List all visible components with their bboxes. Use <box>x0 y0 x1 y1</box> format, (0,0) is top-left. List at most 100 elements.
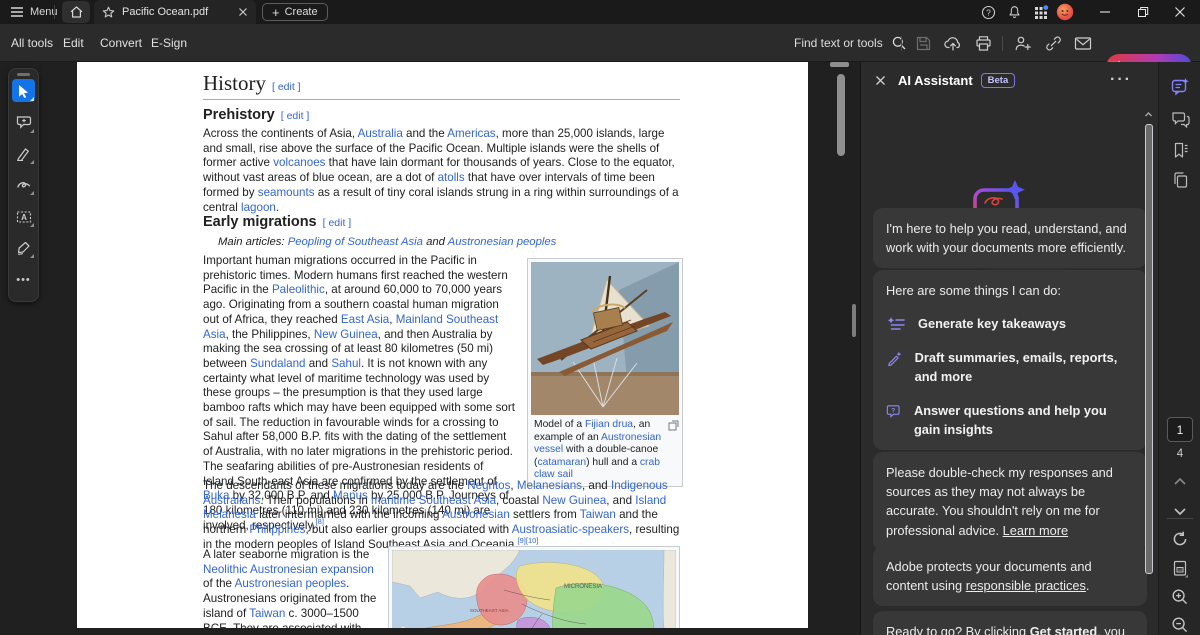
account-avatar[interactable] <box>1055 2 1075 22</box>
inline-link[interactable]: responsible practices <box>966 578 1086 593</box>
wiki-link[interactable]: Sahul <box>331 357 361 370</box>
more-tools-button[interactable]: ••• <box>12 268 35 291</box>
pdf-page: History[ edit ] Prehistory[ edit ] Acros… <box>77 62 808 628</box>
wiki-link[interactable]: maritime Southeast Asia <box>371 494 496 507</box>
document-scrollbar[interactable] <box>837 74 845 156</box>
add-text-tool[interactable]: A <box>12 205 35 228</box>
wiki-link[interactable]: lagoon <box>241 201 276 214</box>
wiki-link[interactable]: East Asia <box>341 313 389 326</box>
ai-assistant-rail-button[interactable] <box>1169 76 1191 98</box>
wiki-link[interactable]: catamaran <box>537 457 586 468</box>
divider <box>1002 36 1003 51</box>
panel-splitter-handle[interactable] <box>852 304 856 337</box>
wiki-link[interactable]: Sundaland <box>250 357 305 370</box>
wiki-link[interactable]: Peopling of Southeast Asia <box>288 236 423 248</box>
share-link-button[interactable] <box>1042 32 1064 54</box>
menu-button[interactable]: Menu <box>10 3 58 21</box>
ai-message-intro: I'm here to help you read, understand, a… <box>873 208 1147 268</box>
svg-text:?: ? <box>891 407 895 414</box>
question-bubble-icon: ? <box>886 401 902 421</box>
tab-all-tools[interactable]: All tools <box>11 24 53 62</box>
page-thumbnails-rail-button[interactable] <box>1169 169 1191 191</box>
zoom-in-button[interactable] <box>1169 586 1191 608</box>
wiki-link[interactable]: volcanoes <box>273 156 325 169</box>
wiki-link[interactable]: Austronesian peoples <box>235 577 347 590</box>
previous-page-button[interactable] <box>1169 470 1191 492</box>
divider <box>54 5 55 19</box>
palette-drag-handle[interactable] <box>17 73 30 76</box>
close-window-button[interactable] <box>1170 2 1190 22</box>
close-tab-icon[interactable] <box>238 7 248 17</box>
tab-title: Pacific Ocean.pdf <box>122 6 231 18</box>
find-text-button[interactable]: Find text or tools <box>794 24 907 62</box>
close-panel-button[interactable] <box>875 75 886 86</box>
star-icon[interactable] <box>102 6 115 19</box>
wiki-link[interactable]: Melanesians <box>517 479 582 492</box>
inline-link[interactable]: Learn more <box>1003 523 1068 538</box>
edit-link[interactable]: [ edit ] <box>323 217 352 229</box>
cloud-upload-button[interactable] <box>942 32 964 54</box>
enlarge-icon[interactable] <box>668 420 679 431</box>
highlight-tool[interactable] <box>12 142 35 165</box>
svg-text:A: A <box>21 213 27 222</box>
save-button[interactable] <box>912 32 934 54</box>
minimize-button[interactable] <box>1095 2 1115 22</box>
acrobat-window: Menu Pacific Ocean.pdf + Create ? <box>0 0 1200 635</box>
history-heading: History[ edit ] <box>203 71 301 96</box>
create-button[interactable]: + Create <box>262 3 328 21</box>
document-tab[interactable]: Pacific Ocean.pdf <box>94 0 256 24</box>
wiki-link[interactable]: Fijian drua <box>585 419 633 430</box>
current-page-indicator[interactable]: 1 <box>1167 417 1193 442</box>
hamburger-icon <box>10 6 24 18</box>
fill-sign-tool[interactable] <box>12 236 35 259</box>
add-comment-tool[interactable] <box>12 111 35 134</box>
wiki-link[interactable]: Taiwan <box>580 508 616 521</box>
wiki-link[interactable]: Americas <box>447 127 495 140</box>
wiki-link[interactable]: Philippines <box>249 523 305 536</box>
rotate-page-button[interactable] <box>1169 528 1191 550</box>
wiki-link[interactable]: Paleolithic <box>272 283 325 296</box>
help-button[interactable]: ? <box>978 2 998 22</box>
wiki-link[interactable]: [9][10] <box>518 536 539 545</box>
request-signatures-button[interactable] <box>1012 32 1034 54</box>
bookmarks-rail-button[interactable] <box>1169 139 1191 161</box>
zoom-out-button[interactable] <box>1169 614 1191 635</box>
ai-message-ready: Ready to go? By clicking Get started, yo… <box>873 611 1147 635</box>
wiki-link[interactable]: Austroasiatic-speakers <box>512 523 629 536</box>
wiki-link[interactable]: Austronesian <box>442 508 510 521</box>
comments-rail-button[interactable] <box>1169 108 1191 130</box>
edit-link[interactable]: [ edit ] <box>272 81 301 93</box>
ai-panel-scrollbar[interactable] <box>1145 110 1153 630</box>
boat-image <box>531 262 679 415</box>
chevron-down-icon <box>1173 507 1187 516</box>
notifications-button[interactable] <box>1004 2 1024 22</box>
divider <box>1167 518 1193 519</box>
restore-button[interactable] <box>1133 2 1153 22</box>
select-tool[interactable] <box>12 79 35 102</box>
edit-link[interactable]: [ edit ] <box>281 110 310 122</box>
wiki-link[interactable]: Australia <box>358 127 403 140</box>
scrollbar-top-handle[interactable] <box>830 62 849 67</box>
email-button[interactable] <box>1072 32 1094 54</box>
wiki-link[interactable]: Taiwan <box>249 607 285 620</box>
wiki-link[interactable]: New Guinea <box>314 328 378 341</box>
wiki-link[interactable]: seamounts <box>258 186 315 199</box>
map-figure[interactable]: MICRONESIA MELANESIA POLYNESIA SOUTHEAST… <box>388 546 680 628</box>
tab-convert[interactable]: Convert <box>100 24 142 62</box>
panel-options-button[interactable]: ··· <box>1110 71 1132 89</box>
wiki-link[interactable]: atolls <box>438 171 465 184</box>
find-label: Find text or tools <box>794 36 883 50</box>
print-button[interactable] <box>972 32 994 54</box>
search-icon <box>891 35 907 51</box>
page-controls-button[interactable]: 10 <box>1169 558 1191 580</box>
boat-figure[interactable]: Model of a Fijian drua, an example of an… <box>527 258 683 487</box>
wiki-link[interactable]: Austronesian peoples <box>448 236 557 248</box>
draw-tool[interactable] <box>12 173 35 196</box>
home-button[interactable] <box>62 1 90 23</box>
wiki-link[interactable]: New Guinea <box>542 494 606 507</box>
wiki-link[interactable]: Neolithic Austronesian expansion <box>203 563 374 576</box>
tab-esign[interactable]: E-Sign <box>151 24 187 62</box>
wiki-link[interactable]: Negritos <box>467 479 510 492</box>
tab-edit[interactable]: Edit <box>63 24 84 62</box>
apps-grid-button[interactable] <box>1031 2 1051 22</box>
